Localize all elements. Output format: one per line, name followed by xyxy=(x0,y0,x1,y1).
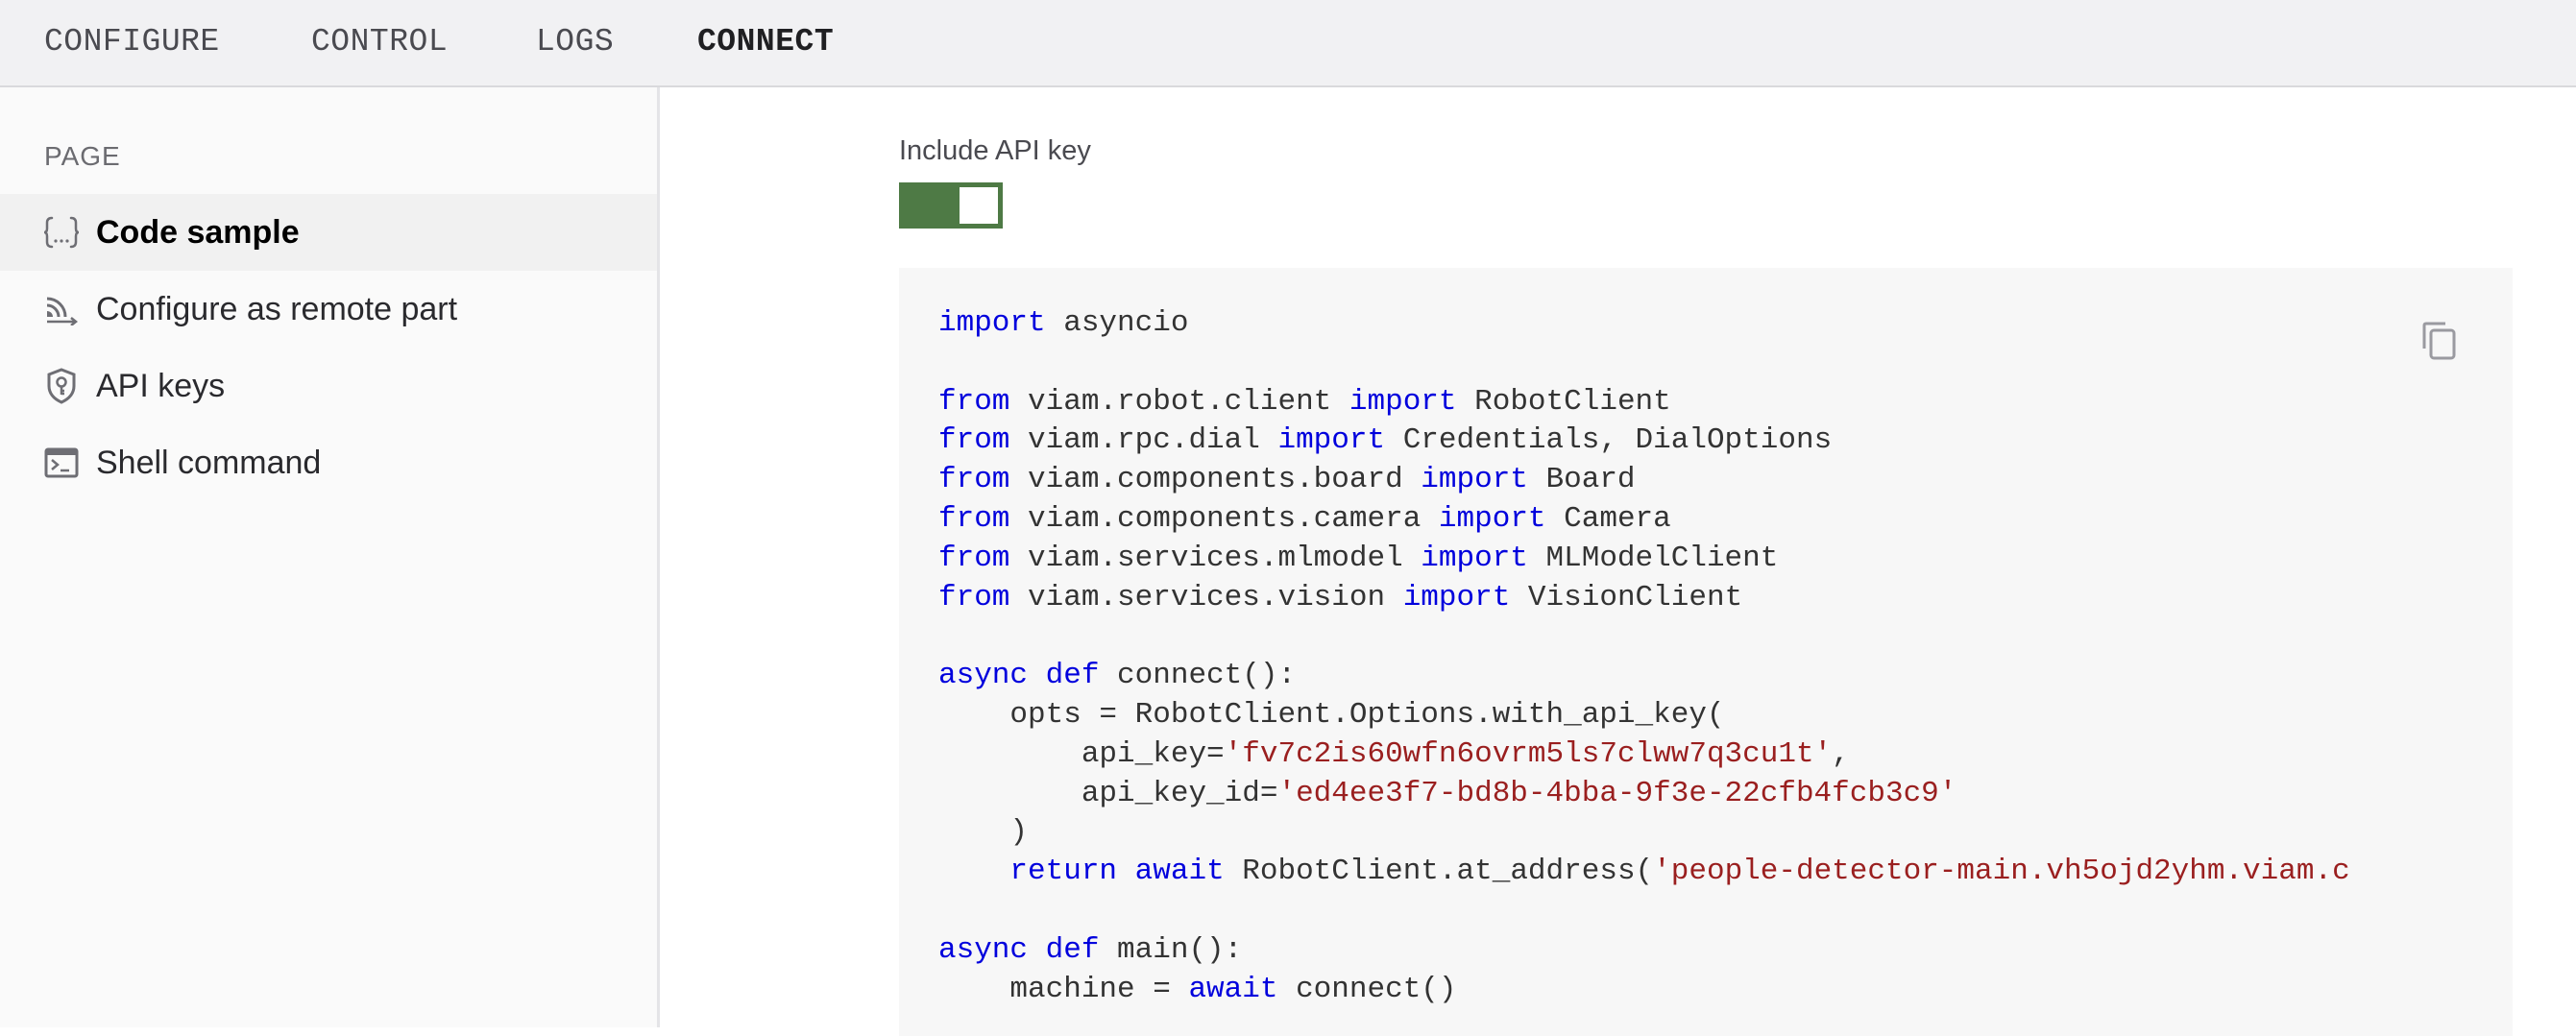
code-token: Camera xyxy=(1545,501,1671,536)
code-string: 'fv7c2is60wfn6ovrm5ls7clww7q3cu1t' xyxy=(1224,736,1833,771)
code-keyword: import xyxy=(1421,541,1528,575)
code-keyword: return xyxy=(1009,855,1118,889)
code-token: connect(): xyxy=(1099,659,1297,693)
sidebar-heading: PAGE xyxy=(44,141,121,171)
code-token: viam.components.camera xyxy=(1009,501,1439,536)
toggle-knob xyxy=(960,187,998,224)
code-token: viam.services.vision xyxy=(1009,580,1403,614)
code-token: RobotClient xyxy=(1456,384,1671,419)
sidebar-item-label: Configure as remote part xyxy=(96,290,458,327)
code-line: opts = RobotClient.Options.with_api_key( xyxy=(938,696,2364,735)
code-keyword: def xyxy=(1045,932,1100,967)
copy-icon xyxy=(2420,322,2459,366)
code-line: from viam.components.camera import Camer… xyxy=(938,500,2364,540)
code-token: , xyxy=(1832,736,1850,771)
tab-control[interactable]: CONTROL xyxy=(311,21,448,63)
code-keyword: await xyxy=(1134,855,1225,889)
code-token: api_key_id= xyxy=(938,776,1278,810)
code-line: ) xyxy=(938,813,2364,853)
code-keyword: from xyxy=(938,463,1010,497)
copy-button[interactable] xyxy=(2420,320,2459,362)
include-api-key-label: Include API key xyxy=(899,135,1091,166)
code-keyword: from xyxy=(938,384,1010,419)
sidebar-item-label: Shell command xyxy=(96,444,322,481)
code-line: import asyncio xyxy=(938,304,2364,344)
code-keyword: import xyxy=(938,306,1046,340)
code-line: api_key='fv7c2is60wfn6ovrm5ls7clww7q3cu1… xyxy=(938,735,2364,775)
code-keyword: await xyxy=(1188,972,1278,1006)
code-keyword: import xyxy=(1421,463,1528,497)
code-token: ) xyxy=(938,815,1029,850)
tab-logs[interactable]: LOGS xyxy=(536,21,614,63)
sidebar: PAGE Code sample Configure as remote par… xyxy=(0,87,660,1027)
code-keyword: async xyxy=(938,932,1029,967)
code-token: opts = RobotClient.Options.with_api_key( xyxy=(938,697,1725,732)
code-keyword: import xyxy=(1349,384,1457,419)
code-token: viam.rpc.dial xyxy=(1009,423,1278,458)
code-line: from viam.rpc.dial import Credentials, D… xyxy=(938,422,2364,461)
code-line: from viam.robot.client import RobotClien… xyxy=(938,383,2364,422)
tab-configure[interactable]: CONFIGURE xyxy=(44,21,220,63)
code-keyword: from xyxy=(938,501,1010,536)
sidebar-item-label: API keys xyxy=(96,367,226,404)
code-keyword: from xyxy=(938,580,1010,614)
sidebar-item-configure-remote[interactable]: Configure as remote part xyxy=(0,271,657,348)
code-line: machine = await connect() xyxy=(938,971,2364,1010)
code-sample-block: import asyncio from viam.robot.client im… xyxy=(899,268,2513,1036)
code-token: viam.components.board xyxy=(1009,463,1422,497)
terminal-icon xyxy=(42,444,81,482)
shield-key-icon xyxy=(42,367,81,405)
code-token: viam.robot.client xyxy=(1009,384,1349,419)
code-string: 'people-detector-main.vh5ojd2yhm.viam.c xyxy=(1653,855,2350,889)
sidebar-item-api-keys[interactable]: API keys xyxy=(0,348,657,424)
code-line: async def main(): xyxy=(938,931,2364,971)
code-line: return await RobotClient.at_address('peo… xyxy=(938,853,2364,892)
code-line: from viam.components.board import Board xyxy=(938,461,2364,500)
code-token: machine = xyxy=(938,972,1189,1006)
code-token: asyncio xyxy=(1045,306,1189,340)
code-keyword: async xyxy=(938,659,1029,693)
include-api-key-toggle[interactable] xyxy=(899,182,1003,229)
sidebar-item-code-sample[interactable]: Code sample xyxy=(0,194,657,271)
top-nav-bar: CONFIGURE CONTROL LOGS CONNECT xyxy=(0,0,2576,87)
code-token: RobotClient.at_address( xyxy=(1224,855,1654,889)
code-line: async def connect(): xyxy=(938,657,2364,696)
code-braces-icon xyxy=(42,213,81,252)
code-keyword: import xyxy=(1277,423,1386,458)
code-token: api_key= xyxy=(938,736,1225,771)
code-line: api_key_id='ed4ee3f7-bd8b-4bba-9f3e-22cf… xyxy=(938,775,2364,814)
code-string: 'ed4ee3f7-bd8b-4bba-9f3e-22cfb4fcb3c9' xyxy=(1277,776,1957,810)
code-token: MLModelClient xyxy=(1527,541,1779,575)
code-token: Credentials, DialOptions xyxy=(1385,423,1833,458)
code-token: Board xyxy=(1527,463,1636,497)
sidebar-item-shell-command[interactable]: Shell command xyxy=(0,424,657,501)
code-line: from viam.services.mlmodel import MLMode… xyxy=(938,540,2364,579)
code-token: connect() xyxy=(1277,972,1457,1006)
code-keyword: from xyxy=(938,541,1010,575)
code-line: from viam.services.vision import VisionC… xyxy=(938,579,2364,618)
code-keyword: from xyxy=(938,423,1010,458)
remote-signal-icon xyxy=(42,290,81,328)
main-content: Include API key import asyncio from viam… xyxy=(660,87,2576,1036)
sidebar-item-label: Code sample xyxy=(96,213,300,251)
code-keyword: def xyxy=(1045,659,1100,693)
code-token: viam.services.mlmodel xyxy=(1009,541,1422,575)
tab-connect[interactable]: CONNECT xyxy=(697,21,834,63)
code-keyword: import xyxy=(1438,501,1546,536)
code-text[interactable]: import asyncio from viam.robot.client im… xyxy=(938,304,2364,1009)
code-token: main(): xyxy=(1099,932,1243,967)
code-token: VisionClient xyxy=(1510,580,1743,614)
code-keyword: import xyxy=(1402,580,1511,614)
